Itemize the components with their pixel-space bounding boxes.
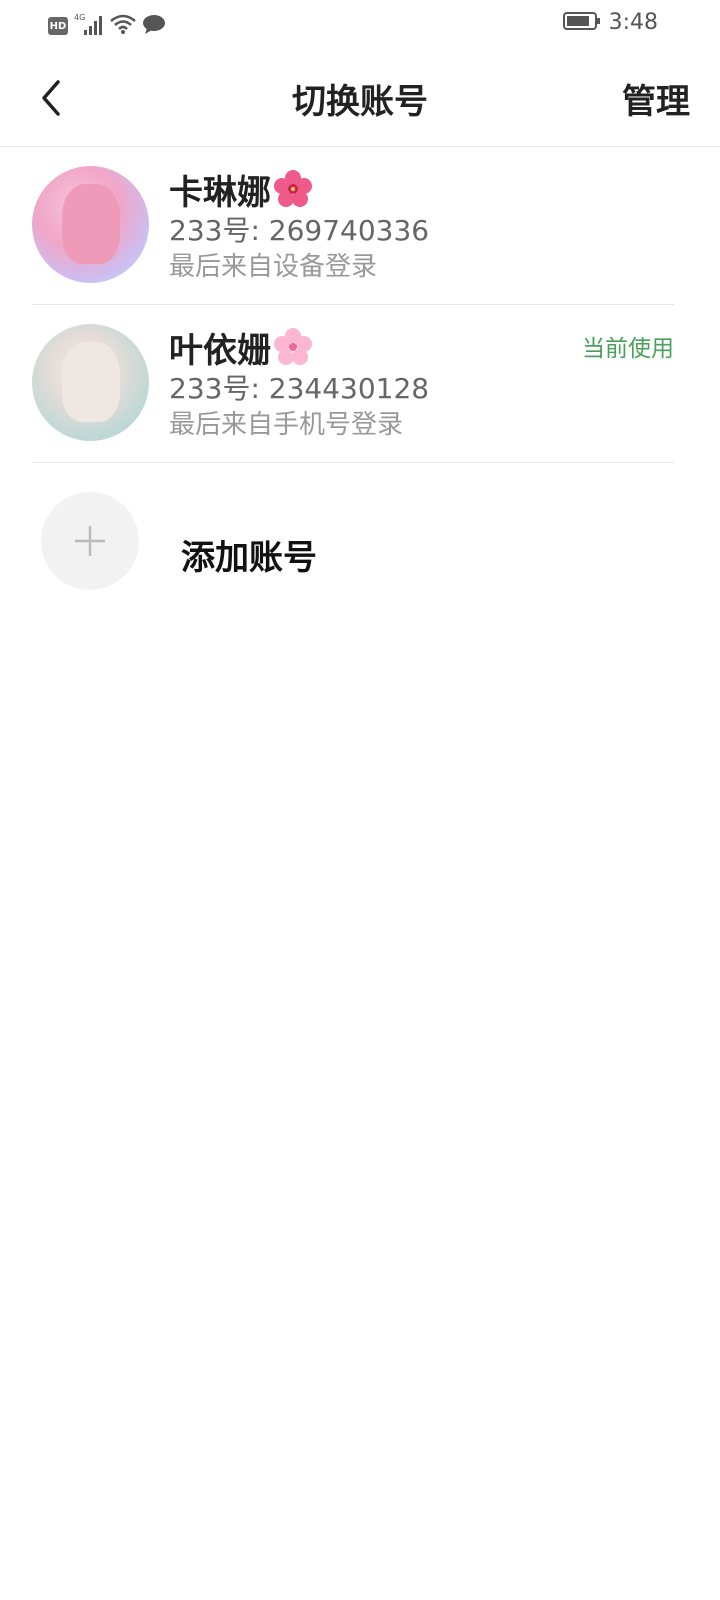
battery-icon <box>562 11 601 35</box>
account-item-yeyishan[interactable]: 叶依姗 233号: 234430128 最后来自手机号登录 当前使用 <box>32 305 674 463</box>
cherry-blossom-icon <box>274 328 312 365</box>
wifi-icon <box>110 13 136 39</box>
header: 切换账号 管理 <box>0 56 720 147</box>
account-info: 叶依姗 233号: 234430128 最后来自手机号登录 <box>169 325 429 443</box>
add-account-label: 添加账号 <box>181 538 317 578</box>
account-item-karina[interactable]: 卡琳娜 233号: 269740336 最后来自设备登录 <box>32 147 674 305</box>
add-account-button[interactable]: 添加账号 <box>32 480 674 600</box>
account-list: 卡琳娜 233号: 269740336 最后来自设备登录 叶依姗 233号: 2… <box>32 147 674 463</box>
hd-icon: HD <box>48 17 68 35</box>
account-name-row: 叶依姗 <box>169 325 429 371</box>
hibiscus-icon <box>274 170 312 207</box>
status-icons-right: 3:48 <box>562 10 658 35</box>
status-time: 3:48 <box>608 10 658 35</box>
signal-icon: 4G <box>74 12 104 40</box>
status-icons-left: HD 4G <box>48 12 166 40</box>
page-title: 切换账号 <box>292 82 428 122</box>
account-id: 233号: 269740336 <box>169 214 430 247</box>
account-name-row: 卡琳娜 <box>169 167 429 213</box>
status-bar: HD 4G 3:48 <box>0 0 720 48</box>
avatar <box>32 324 149 441</box>
account-id: 233号: 234430128 <box>169 372 430 405</box>
avatar-figure <box>62 184 120 264</box>
account-name: 叶依姗 <box>169 330 271 371</box>
account-info: 卡琳娜 233号: 269740336 最后来自设备登录 <box>169 167 429 285</box>
svg-text:4G: 4G <box>74 13 85 22</box>
message-icon <box>142 13 166 39</box>
add-icon-circle <box>41 492 139 590</box>
account-last-login: 最后来自设备登录 <box>169 252 378 282</box>
avatar <box>32 166 149 283</box>
manage-button[interactable]: 管理 <box>622 74 690 123</box>
plus-icon <box>75 526 105 556</box>
account-last-login: 最后来自手机号登录 <box>169 410 404 440</box>
current-account-badge: 当前使用 <box>582 336 674 362</box>
account-name: 卡琳娜 <box>169 172 271 213</box>
avatar-figure <box>62 342 120 422</box>
